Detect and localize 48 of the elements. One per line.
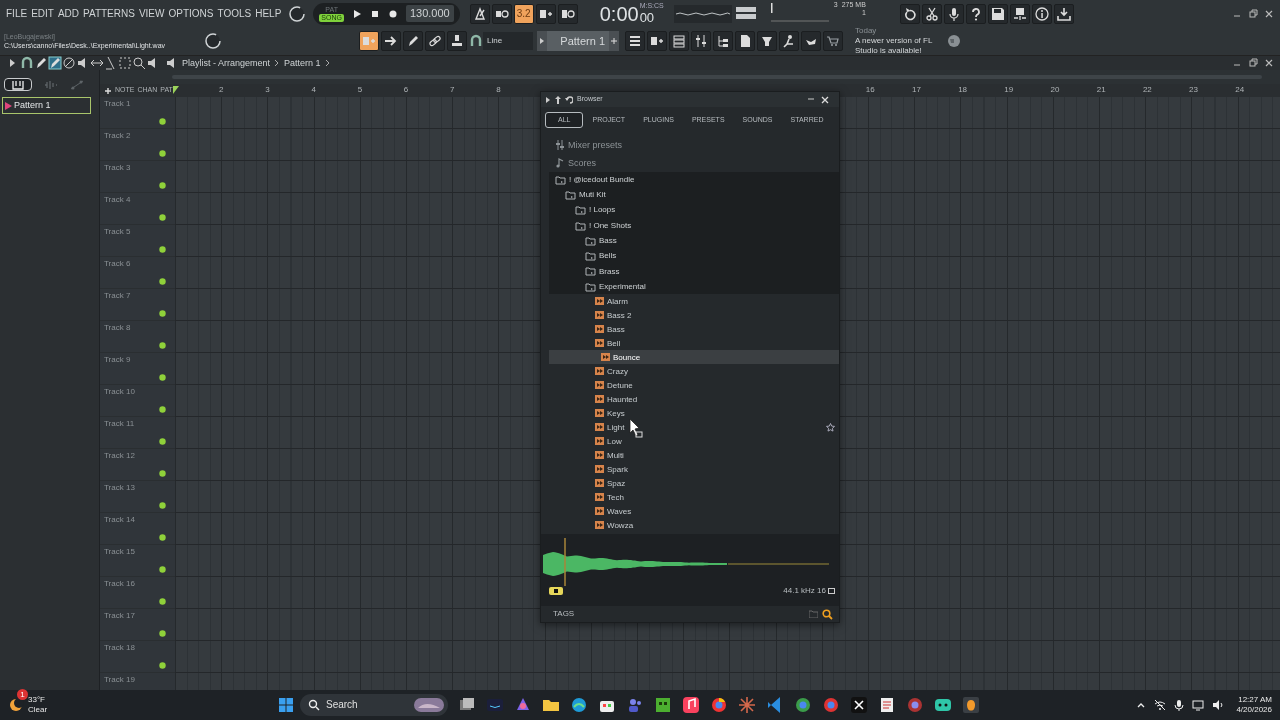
tags-label: TAGS bbox=[553, 609, 576, 619]
track-label: Track 14 bbox=[103, 514, 136, 526]
ruler-number: 17 bbox=[911, 85, 921, 94]
ruler-number: 19 bbox=[1004, 85, 1014, 94]
time-display: 0:00 bbox=[599, 2, 639, 25]
track-label: Track 10 bbox=[103, 386, 136, 398]
ruler-number: 18 bbox=[958, 85, 968, 94]
track-label: Track 16 bbox=[103, 578, 136, 590]
ruler-number: 5 bbox=[357, 85, 363, 94]
track-label: Track 19 bbox=[103, 674, 136, 686]
track-label: Track 15 bbox=[103, 546, 136, 558]
track-label: Track 9 bbox=[103, 354, 132, 366]
track-label: Track 12 bbox=[103, 450, 136, 462]
track-label: Track 8 bbox=[103, 322, 132, 334]
track-label: Track 3 bbox=[103, 162, 132, 174]
track-label: Track 17 bbox=[103, 610, 136, 622]
ruler-number: 16 bbox=[865, 85, 875, 94]
ruler-number: 4 bbox=[311, 85, 316, 94]
ruler-number: 20 bbox=[1050, 85, 1060, 94]
ruler-number: 2 bbox=[219, 85, 224, 94]
ruler-number: 8 bbox=[496, 85, 501, 94]
ruler-number: 7 bbox=[450, 85, 455, 94]
ruler-number: 3 bbox=[265, 85, 270, 94]
temperature: 33°F bbox=[28, 695, 46, 705]
time-centiseconds: 00 bbox=[639, 10, 655, 25]
ruler-number: 21 bbox=[1096, 85, 1106, 94]
ruler-number: 24 bbox=[1235, 85, 1245, 94]
ruler-number: 23 bbox=[1189, 85, 1198, 94]
clock-date: 4/20/2026 bbox=[1236, 705, 1272, 715]
track-label: Track 5 bbox=[103, 226, 132, 238]
track-label: Track 1 bbox=[103, 98, 132, 110]
news-date: Today bbox=[855, 25, 878, 36]
track-label: Track 18 bbox=[103, 642, 136, 654]
track-label: Track 6 bbox=[103, 258, 132, 270]
weather-condition: Clear bbox=[28, 705, 48, 715]
notification-badge: 1 bbox=[17, 689, 28, 700]
ruler-number: 22 bbox=[1142, 85, 1152, 94]
playlist-pattern: Pattern 1 bbox=[284, 57, 321, 69]
track-label: Track 7 bbox=[103, 290, 132, 302]
playlist-title: Playlist - Arrangement bbox=[182, 57, 271, 69]
clock-time: 12:27 AM bbox=[1238, 695, 1272, 705]
track-label: Track 11 bbox=[103, 418, 136, 430]
track-label: Track 2 bbox=[103, 130, 132, 142]
news-text: A newer version of FL Studio is available! bbox=[855, 35, 934, 56]
sample-info: 44.1 kHz 16 bbox=[783, 586, 826, 596]
ruler-number: 6 bbox=[403, 85, 409, 94]
track-label: Track 4 bbox=[103, 194, 132, 206]
track-label: Track 13 bbox=[103, 482, 136, 494]
